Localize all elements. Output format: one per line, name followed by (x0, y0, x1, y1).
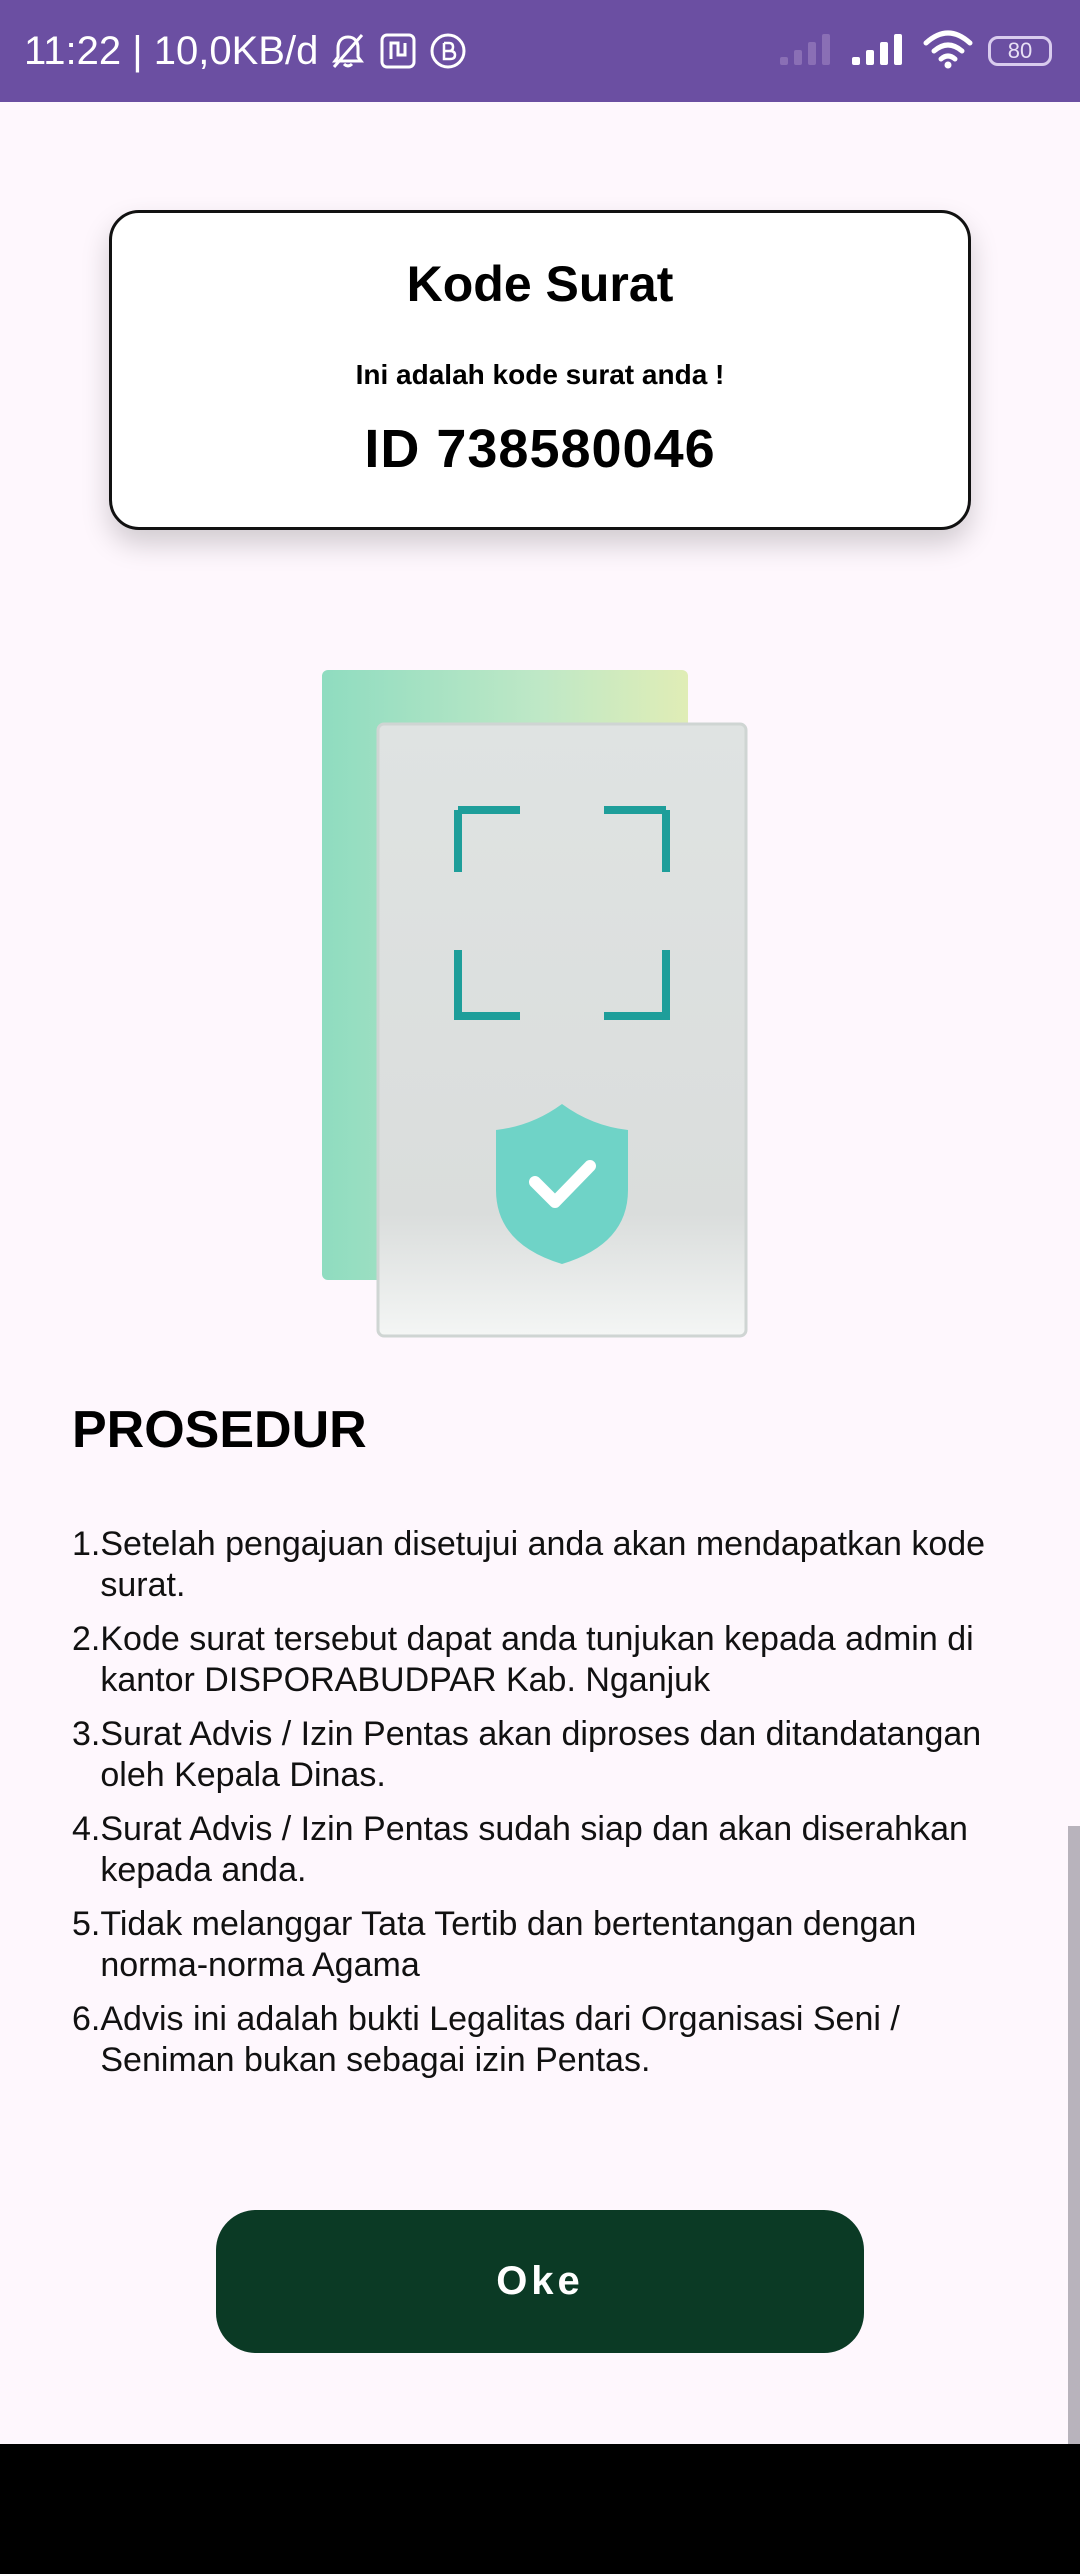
procedure-title: PROSEDUR (72, 1401, 367, 1459)
status-bar: 11:22 | 10,0KB/d 80 (0, 0, 1080, 102)
procedure-item-5: 5. Tidak melanggar Tata Tertib dan berte… (72, 1904, 1022, 1986)
procedure-text: Setelah pengajuan disetujui anda akan me… (100, 1525, 986, 1604)
procedure-item-6: 6. Advis ini adalah bukti Legalitas dari… (72, 1999, 1022, 2081)
procedure-number: 5. (72, 1905, 101, 1943)
battery-level: 80 (1007, 38, 1033, 63)
status-time-speed: 11:22 | 10,0KB/d (24, 28, 319, 73)
oke-button[interactable]: Oke (216, 2210, 864, 2353)
procedure-number: 6. (72, 2000, 101, 2038)
procedure-number: 3. (72, 1715, 101, 1753)
nfc-icon (378, 31, 418, 71)
status-right: 80 (778, 0, 1052, 102)
status-left: 11:22 | 10,0KB/d (24, 0, 468, 102)
procedure-item-4: 4. Surat Advis / Izin Pentas sudah siap … (72, 1809, 1022, 1891)
procedure-text: Tidak melanggar Tata Tertib dan bertenta… (100, 1905, 917, 1984)
procedure-item-3: 3. Surat Advis / Izin Pentas akan dipros… (72, 1714, 1022, 1796)
card-subtitle: Ini adalah kode surat anda ! (355, 359, 725, 390)
scan-shield-illustration (310, 660, 760, 1360)
letter-code: ID 738580046 (364, 419, 716, 479)
procedure-text: Kode surat tersebut dapat anda tunjukan … (100, 1620, 974, 1699)
wifi-icon (922, 29, 974, 74)
battery-icon: 80 (988, 36, 1052, 66)
navigation-bar (0, 2444, 1080, 2574)
procedure-text: Surat Advis / Izin Pentas sudah siap dan… (100, 1810, 968, 1889)
bell-off-icon (328, 31, 368, 71)
scan-shield-icon (322, 670, 748, 1338)
procedure-number: 1. (72, 1525, 101, 1563)
procedure-item-2: 2. Kode surat tersebut dapat anda tunjuk… (72, 1619, 1022, 1701)
procedure-item-1: 1. Setelah pengajuan disetujui anda akan… (72, 1524, 1022, 1606)
procedure-number: 2. (72, 1620, 101, 1658)
scrollbar[interactable] (1068, 1826, 1080, 2444)
signal-weak-icon (778, 31, 836, 72)
card-title: Kode Surat (406, 256, 674, 312)
screen: 11:22 | 10,0KB/d 80 Kode Surat Ini adala… (0, 0, 1080, 2574)
procedure-list: 1. Setelah pengajuan disetujui anda akan… (72, 1524, 1022, 2094)
signal-icon (850, 31, 908, 72)
procedure-text: Advis ini adalah bukti Legalitas dari Or… (100, 2000, 900, 2079)
procedure-number: 4. (72, 1810, 101, 1848)
b-app-icon (428, 31, 468, 71)
code-card: Kode Surat Ini adalah kode surat anda ! … (109, 210, 971, 530)
procedure-text: Surat Advis / Izin Pentas akan diproses … (100, 1715, 982, 1794)
